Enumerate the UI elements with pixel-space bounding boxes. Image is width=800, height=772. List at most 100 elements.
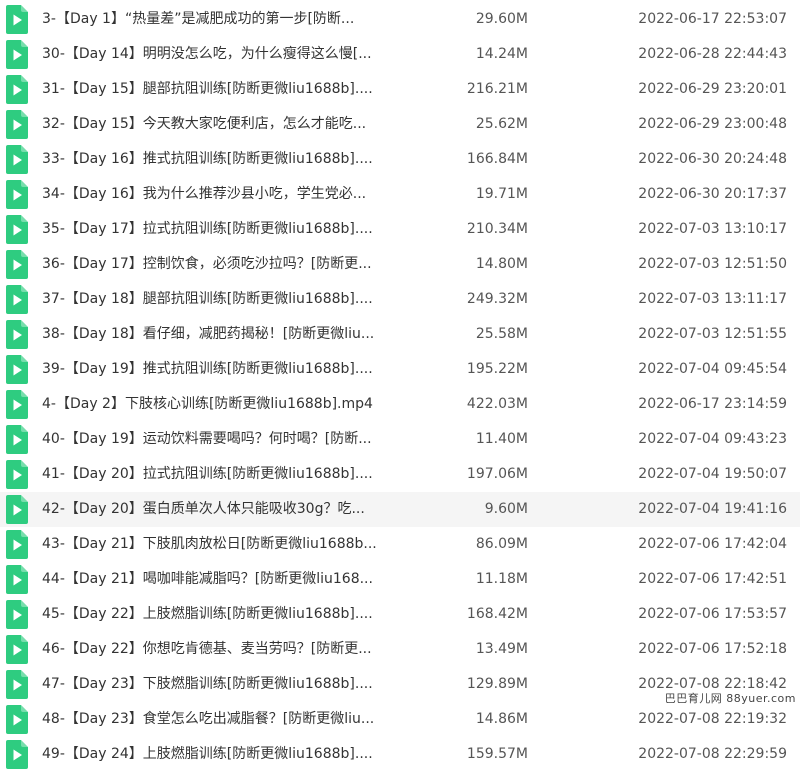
video-file-icon <box>6 145 28 174</box>
file-size: 197.06M <box>466 466 528 482</box>
file-row[interactable]: 45-【Day 22】上肢燃脂训练[防断更微liu1688b].... 168.4… <box>0 597 800 632</box>
video-file-icon <box>6 565 28 594</box>
file-name[interactable]: 45-【Day 22】上肢燃脂训练[防断更微liu1688b].... <box>42 597 402 632</box>
file-row[interactable]: 4-【Day 2】下肢核心训练[防断更微liu1688b].mp4 422.03M… <box>0 387 800 422</box>
file-size: 129.89M <box>466 676 528 692</box>
file-size: 159.57M <box>466 746 528 762</box>
file-row[interactable]: 43-【Day 21】下肢肌肉放松日[防断更微liu1688b... 86.09M… <box>0 527 800 562</box>
video-file-icon <box>6 705 28 734</box>
file-size: 216.21M <box>466 81 528 97</box>
file-size: 14.80M <box>475 256 528 272</box>
file-name[interactable]: 41-【Day 20】拉式抗阻训练[防断更微liu1688b].... <box>42 457 402 492</box>
file-name[interactable]: 34-【Day 16】我为什么推荐沙县小吃，学生党必... <box>42 177 402 212</box>
file-name[interactable]: 43-【Day 21】下肢肌肉放松日[防断更微liu1688b... <box>42 527 402 562</box>
file-row[interactable]: 35-【Day 17】拉式抗阻训练[防断更微liu1688b].... 210.3… <box>0 212 800 247</box>
file-date: 2022-07-04 09:43:23 <box>638 431 787 447</box>
file-row[interactable]: 37-【Day 18】腿部抗阻训练[防断更微liu1688b].... 249.3… <box>0 282 800 317</box>
file-date: 2022-06-29 23:00:48 <box>638 116 787 132</box>
file-size: 19.71M <box>475 186 528 202</box>
file-row[interactable]: 32-【Day 15】今天教大家吃便利店，怎么才能吃... 25.62M 2022-… <box>0 107 800 142</box>
file-date: 2022-07-06 17:42:51 <box>638 571 787 587</box>
file-name[interactable]: 4-【Day 2】下肢核心训练[防断更微liu1688b].mp4 <box>42 387 402 422</box>
file-date: 2022-07-03 13:11:17 <box>638 291 787 307</box>
file-row[interactable]: 39-【Day 19】推式抗阻训练[防断更微liu1688b].... 195.2… <box>0 352 800 387</box>
file-name[interactable]: 38-【Day 18】看仔细，减肥药揭秘！[防断更微liu... <box>42 317 402 352</box>
file-name[interactable]: 35-【Day 17】拉式抗阻训练[防断更微liu1688b].... <box>42 212 402 247</box>
file-date: 2022-07-08 22:19:32 <box>638 711 787 727</box>
file-date: 2022-07-03 12:51:55 <box>638 326 787 342</box>
video-file-icon <box>6 285 28 314</box>
file-name[interactable]: 49-【Day 24】上肢燃脂训练[防断更微liu1688b].... <box>42 737 402 772</box>
file-row[interactable]: 42-【Day 20】蛋白质单次人体只能吸收30g？吃... 9.60M 2022-… <box>0 492 800 527</box>
file-date: 2022-06-17 22:53:07 <box>638 11 787 27</box>
file-size: 86.09M <box>475 536 528 552</box>
video-file-icon <box>6 75 28 104</box>
file-name[interactable]: 44-【Day 21】喝咖啡能减脂吗？[防断更微liu168... <box>42 562 402 597</box>
video-file-icon <box>6 250 28 279</box>
video-file-icon <box>6 215 28 244</box>
file-date: 2022-07-03 13:10:17 <box>638 221 787 237</box>
file-date: 2022-07-06 17:42:04 <box>638 536 787 552</box>
video-file-icon <box>6 600 28 629</box>
file-name[interactable]: 48-【Day 23】食堂怎么吃出减脂餐？[防断更微liu... <box>42 702 402 737</box>
file-row[interactable]: 3-【Day 1】“热量差”是减肥成功的第一步[防断... 29.60M 2022-… <box>0 2 800 37</box>
file-name[interactable]: 32-【Day 15】今天教大家吃便利店，怎么才能吃... <box>42 107 402 142</box>
file-row[interactable]: 41-【Day 20】拉式抗阻训练[防断更微liu1688b].... 197.0… <box>0 457 800 492</box>
video-file-icon <box>6 355 28 384</box>
file-name[interactable]: 39-【Day 19】推式抗阻训练[防断更微liu1688b].... <box>42 352 402 387</box>
file-list: 3-【Day 1】“热量差”是减肥成功的第一步[防断... 29.60M 2022-… <box>0 0 800 770</box>
file-size: 9.60M <box>484 501 528 517</box>
file-size: 249.32M <box>466 291 528 307</box>
file-row[interactable]: 49-【Day 24】上肢燃脂训练[防断更微liu1688b].... 159.5… <box>0 737 800 772</box>
file-name[interactable]: 3-【Day 1】“热量差”是减肥成功的第一步[防断... <box>42 2 402 37</box>
file-row[interactable]: 31-【Day 15】腿部抗阻训练[防断更微liu1688b].... 216.2… <box>0 72 800 107</box>
video-file-icon <box>6 670 28 699</box>
file-size: 195.22M <box>466 361 528 377</box>
file-row[interactable]: 40-【Day 19】运动饮料需要喝吗？何时喝？[防断... 11.40M 2022… <box>0 422 800 457</box>
file-size: 422.03M <box>466 396 528 412</box>
file-row[interactable]: 34-【Day 16】我为什么推荐沙县小吃，学生党必... 19.71M 2022-… <box>0 177 800 212</box>
file-date: 2022-06-30 20:17:37 <box>638 186 787 202</box>
file-date: 2022-07-04 19:41:16 <box>638 501 787 517</box>
file-date: 2022-07-04 09:45:54 <box>638 361 787 377</box>
video-file-icon <box>6 110 28 139</box>
file-size: 210.34M <box>466 221 528 237</box>
file-date: 2022-07-08 22:29:59 <box>638 746 787 762</box>
file-name[interactable]: 37-【Day 18】腿部抗阻训练[防断更微liu1688b].... <box>42 282 402 317</box>
file-size: 14.86M <box>475 711 528 727</box>
file-row[interactable]: 46-【Day 22】你想吃肯德基、麦当劳吗？[防断更... 13.49M 2022… <box>0 632 800 667</box>
file-name[interactable]: 36-【Day 17】控制饮食，必须吃沙拉吗？[防断更... <box>42 247 402 282</box>
file-size: 14.24M <box>475 46 528 62</box>
file-size: 166.84M <box>466 151 528 167</box>
file-name[interactable]: 33-【Day 16】推式抗阻训练[防断更微liu1688b].... <box>42 142 402 177</box>
file-size: 11.18M <box>475 571 528 587</box>
file-date: 2022-06-30 20:24:48 <box>638 151 787 167</box>
file-name[interactable]: 47-【Day 23】下肢燃脂训练[防断更微liu1688b].... <box>42 667 402 702</box>
file-row[interactable]: 48-【Day 23】食堂怎么吃出减脂餐？[防断更微liu... 14.86M 20… <box>0 702 800 737</box>
file-size: 25.58M <box>475 326 528 342</box>
file-date: 2022-07-03 12:51:50 <box>638 256 787 272</box>
video-file-icon <box>6 740 28 769</box>
file-name[interactable]: 31-【Day 15】腿部抗阻训练[防断更微liu1688b].... <box>42 72 402 107</box>
video-file-icon <box>6 320 28 349</box>
file-row[interactable]: 47-【Day 23】下肢燃脂训练[防断更微liu1688b].... 129.8… <box>0 667 800 702</box>
file-row[interactable]: 33-【Day 16】推式抗阻训练[防断更微liu1688b].... 166.8… <box>0 142 800 177</box>
video-file-icon <box>6 5 28 34</box>
video-file-icon <box>6 180 28 209</box>
file-row[interactable]: 38-【Day 18】看仔细，减肥药揭秘！[防断更微liu... 25.58M 20… <box>0 317 800 352</box>
file-row[interactable]: 36-【Day 17】控制饮食，必须吃沙拉吗？[防断更... 14.80M 2022… <box>0 247 800 282</box>
file-name[interactable]: 40-【Day 19】运动饮料需要喝吗？何时喝？[防断... <box>42 422 402 457</box>
video-file-icon <box>6 495 28 524</box>
file-row[interactable]: 30-【Day 14】明明没怎么吃，为什么瘦得这么慢[... 14.24M 2022… <box>0 37 800 72</box>
file-row[interactable]: 44-【Day 21】喝咖啡能减脂吗？[防断更微liu168... 11.18M 2… <box>0 562 800 597</box>
file-date: 2022-07-04 19:50:07 <box>638 466 787 482</box>
video-file-icon <box>6 40 28 69</box>
video-file-icon <box>6 530 28 559</box>
file-date: 2022-07-08 22:18:42 <box>638 676 787 692</box>
file-name[interactable]: 30-【Day 14】明明没怎么吃，为什么瘦得这么慢[... <box>42 37 402 72</box>
file-name[interactable]: 42-【Day 20】蛋白质单次人体只能吸收30g？吃... <box>42 492 402 527</box>
file-size: 29.60M <box>475 11 528 27</box>
file-date: 2022-07-06 17:53:57 <box>638 606 787 622</box>
video-file-icon <box>6 635 28 664</box>
file-name[interactable]: 46-【Day 22】你想吃肯德基、麦当劳吗？[防断更... <box>42 632 402 667</box>
